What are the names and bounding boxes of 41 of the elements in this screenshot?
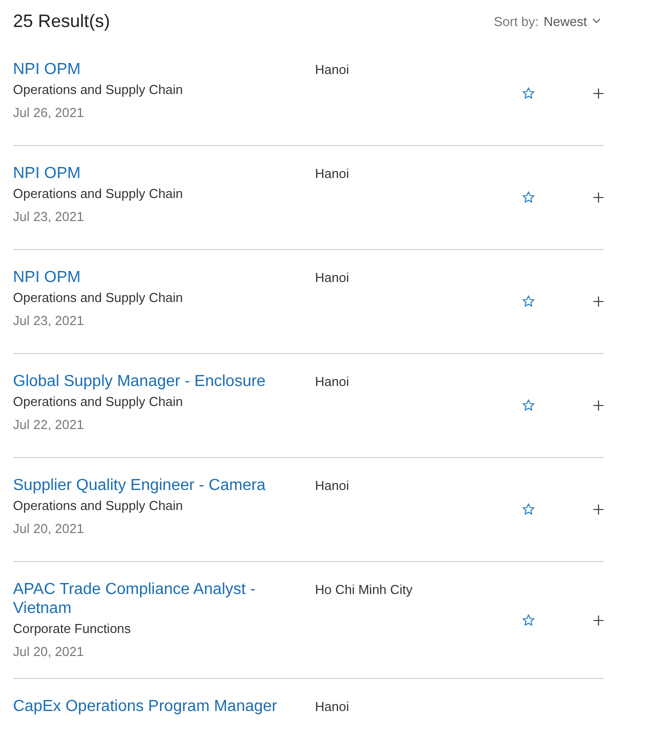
- star-icon[interactable]: [522, 399, 535, 412]
- job-title-link[interactable]: NPI OPM: [13, 60, 315, 79]
- job-date: Jul 20, 2021: [13, 521, 85, 537]
- plus-icon[interactable]: [593, 614, 604, 626]
- job-location: Hanoi: [315, 477, 350, 495]
- star-icon[interactable]: [522, 87, 535, 100]
- job-date: Jul 23, 2021: [13, 209, 85, 225]
- plus-icon[interactable]: [593, 88, 604, 99]
- job-title-link[interactable]: NPI OPM: [13, 268, 315, 287]
- job-title-link[interactable]: Supplier Quality Engineer - Camera: [13, 476, 315, 495]
- sort-dropdown[interactable]: Sort by: Newest: [494, 14, 601, 28]
- job-team: Operations and Supply Chain: [13, 498, 184, 514]
- plus-icon[interactable]: [593, 400, 604, 411]
- job-location: Hanoi: [315, 165, 350, 183]
- plus-icon[interactable]: [593, 296, 604, 307]
- job-date: Jul 26, 2021: [13, 105, 85, 121]
- job-team: Operations and Supply Chain: [13, 394, 184, 410]
- plus-icon[interactable]: [593, 192, 604, 203]
- job-team: Operations and Supply Chain: [13, 82, 184, 98]
- plus-icon[interactable]: [593, 504, 604, 515]
- job-title-link[interactable]: NPI OPM: [13, 164, 315, 183]
- job-date: Jul 22, 2021: [13, 417, 85, 433]
- star-icon[interactable]: [522, 614, 535, 626]
- job-team: Operations and Supply Chain: [13, 186, 184, 202]
- star-icon[interactable]: [522, 503, 535, 516]
- job-title-link[interactable]: APAC Trade Compliance Analyst - Vietnam: [13, 580, 315, 618]
- job-location: Hanoi: [315, 698, 350, 716]
- star-icon[interactable]: [522, 295, 535, 308]
- job-title-link[interactable]: CapEx Operations Program Manager: [13, 697, 315, 716]
- star-icon[interactable]: [522, 191, 535, 204]
- results-count: 25 Result(s): [13, 10, 110, 32]
- job-date: Jul 20, 2021: [13, 644, 85, 660]
- chevron-down-icon: [592, 18, 601, 24]
- job-location: Hanoi: [315, 373, 350, 391]
- job-team: Operations and Supply Chain: [13, 290, 184, 306]
- job-team: Corporate Functions: [13, 621, 132, 637]
- job-location: Ho Chi Minh City: [315, 581, 414, 599]
- job-title-link[interactable]: Global Supply Manager - Enclosure: [13, 372, 315, 391]
- job-location: Hanoi: [315, 269, 350, 287]
- job-location: Hanoi: [315, 61, 350, 79]
- job-date: Jul 23, 2021: [13, 313, 85, 329]
